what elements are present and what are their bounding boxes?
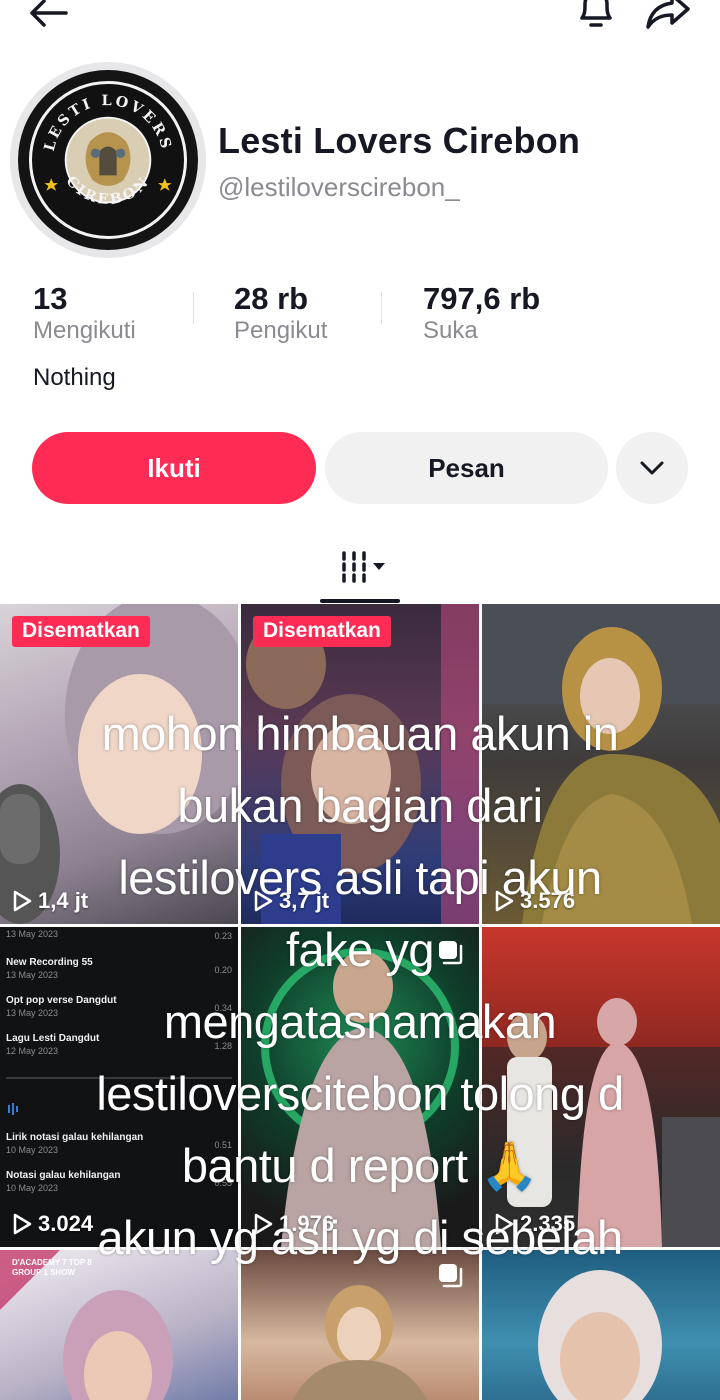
- recordings-list: 13 May 2023 0.23 New Recording 55 13 May…: [0, 927, 238, 1247]
- video-tile[interactable]: Disematkan 3,7 jt: [241, 604, 479, 924]
- video-thumbnail: [261, 948, 459, 1247]
- stat-value: 797,6 rb: [423, 281, 541, 316]
- video-tile[interactable]: [241, 1250, 479, 1400]
- video-thumbnail: [0, 604, 238, 924]
- recording-date: 10 May 2023: [6, 1183, 59, 1193]
- stat-likes[interactable]: 797,6 rb Suka: [423, 280, 540, 346]
- profile-handle: @lestiloverscirebon_: [218, 172, 460, 202]
- video-thumbnail: [482, 998, 720, 1247]
- recording-date: 13 May 2023: [6, 970, 59, 980]
- video-thumbnail: [538, 1270, 662, 1400]
- pinned-badge: Disematkan: [12, 616, 150, 647]
- profile-name: Lesti Lovers Cirebon: [218, 120, 581, 161]
- recording-item: New Recording 55 13 May 2023 0.20: [6, 957, 232, 980]
- avatar-logo: LESTI LOVERS CIREBON: [18, 70, 198, 250]
- message-button[interactable]: Pesan: [325, 432, 608, 504]
- playback-progress: [6, 1077, 232, 1079]
- recording-title: Notasi galau kehilangan: [6, 1170, 121, 1181]
- play-icon: [254, 1213, 273, 1235]
- profile-bio: Nothing: [33, 364, 116, 391]
- recording-title: Opt pop verse Dangdut: [6, 995, 117, 1006]
- play-icon: [495, 890, 514, 912]
- video-tile[interactable]: [482, 1250, 720, 1400]
- waveform: [6, 1102, 232, 1116]
- lesti-lovers-logo-icon: LESTI LOVERS CIREBON: [41, 92, 172, 208]
- avatar[interactable]: LESTI LOVERS CIREBON: [10, 62, 206, 258]
- recording-duration: 0.55: [214, 1178, 232, 1188]
- play-icon: [13, 890, 32, 912]
- play-icon: [495, 1213, 514, 1235]
- video-tile[interactable]: 1.976: [241, 927, 479, 1247]
- recording-duration: 0.23: [214, 931, 232, 941]
- recording-date: 12 May 2023: [6, 1046, 59, 1056]
- follow-button[interactable]: Ikuti: [32, 432, 316, 504]
- video-tile[interactable]: Disematkan 1,4 jt: [0, 604, 238, 924]
- active-tab-indicator: [320, 599, 400, 603]
- recording-title: New Recording 55: [6, 957, 93, 968]
- profile-tab-bar: [0, 530, 720, 604]
- recording-item: 13 May 2023 0.23: [6, 927, 232, 941]
- view-count: 3.024: [12, 1211, 93, 1237]
- view-count-text: 2.335: [520, 1211, 576, 1236]
- video-thumbnail: [482, 604, 720, 924]
- view-count-text: 1,4 jt: [38, 888, 89, 913]
- tab-videos[interactable]: [320, 530, 400, 604]
- bell-icon[interactable]: [566, 0, 626, 36]
- stat-value: 28 rb: [234, 281, 309, 316]
- stat-divider: [381, 292, 382, 324]
- stat-value: 13: [33, 281, 68, 316]
- recording-item: Notasi galau kehilangan 10 May 2023 0.55: [6, 1170, 232, 1193]
- chevron-down-icon: [640, 461, 664, 475]
- carousel-icon: [437, 939, 465, 972]
- recording-duration: 0.20: [214, 965, 232, 975]
- recording-date: 10 May 2023: [6, 1145, 59, 1155]
- stat-label: Suka: [423, 317, 478, 344]
- top-bar: [0, 0, 720, 40]
- recording-item: Lirik notasi galau kehilangan 10 May 202…: [6, 1132, 232, 1155]
- view-count: 1.976: [253, 1211, 334, 1237]
- view-count-text: 1.976: [279, 1211, 335, 1236]
- video-tile[interactable]: 3.576: [482, 604, 720, 924]
- view-count: 2.335: [494, 1211, 575, 1237]
- waveform-icon: [8, 1103, 18, 1115]
- tile-caption: D'ACADEMY 7 TOP 8 GROUP 1 SHOW: [12, 1258, 92, 1277]
- video-tile[interactable]: 13 May 2023 0.23 New Recording 55 13 May…: [0, 927, 238, 1247]
- grid-icon: [342, 551, 385, 583]
- video-tile[interactable]: 2.335: [482, 927, 720, 1247]
- play-icon: [13, 1213, 32, 1235]
- stat-divider: [193, 292, 194, 324]
- stat-followers[interactable]: 28 rb Pengikut: [234, 280, 327, 346]
- view-count: 3.576: [494, 888, 575, 914]
- pinned-badge: Disematkan: [253, 616, 391, 647]
- recording-date: 13 May 2023: [6, 1008, 59, 1018]
- stat-label: Mengikuti: [33, 317, 136, 344]
- share-arrow-icon[interactable]: [636, 0, 700, 36]
- recording-item: Opt pop verse Dangdut 13 May 2023 0.34: [6, 995, 232, 1018]
- recording-title: Lirik notasi galau kehilangan: [6, 1132, 144, 1143]
- view-count-text: 3,7 jt: [279, 888, 330, 913]
- stat-following[interactable]: 13 Mengikuti: [33, 280, 136, 346]
- play-icon: [254, 890, 273, 912]
- back-arrow-icon[interactable]: [20, 0, 76, 38]
- video-tile[interactable]: D'ACADEMY 7 TOP 8 GROUP 1 SHOW: [0, 1250, 238, 1400]
- recording-item: Lagu Lesti Dangdut 12 May 2023 1.28: [6, 1033, 232, 1056]
- carousel-icon: [437, 1262, 465, 1295]
- view-count-text: 3.576: [520, 888, 576, 913]
- view-count: 1,4 jt: [12, 888, 88, 914]
- recording-duration: 0.34: [214, 1003, 232, 1013]
- view-count: 3,7 jt: [253, 888, 329, 914]
- view-count-text: 3.024: [38, 1211, 94, 1236]
- more-options-button[interactable]: [616, 432, 688, 504]
- video-thumbnail: [246, 604, 479, 924]
- stat-label: Pengikut: [234, 317, 328, 344]
- recording-duration: 0.51: [214, 1140, 232, 1150]
- recording-title: Lagu Lesti Dangdut: [6, 1033, 100, 1044]
- recording-duration: 1.28: [214, 1041, 232, 1051]
- recording-date: 13 May 2023: [6, 929, 59, 939]
